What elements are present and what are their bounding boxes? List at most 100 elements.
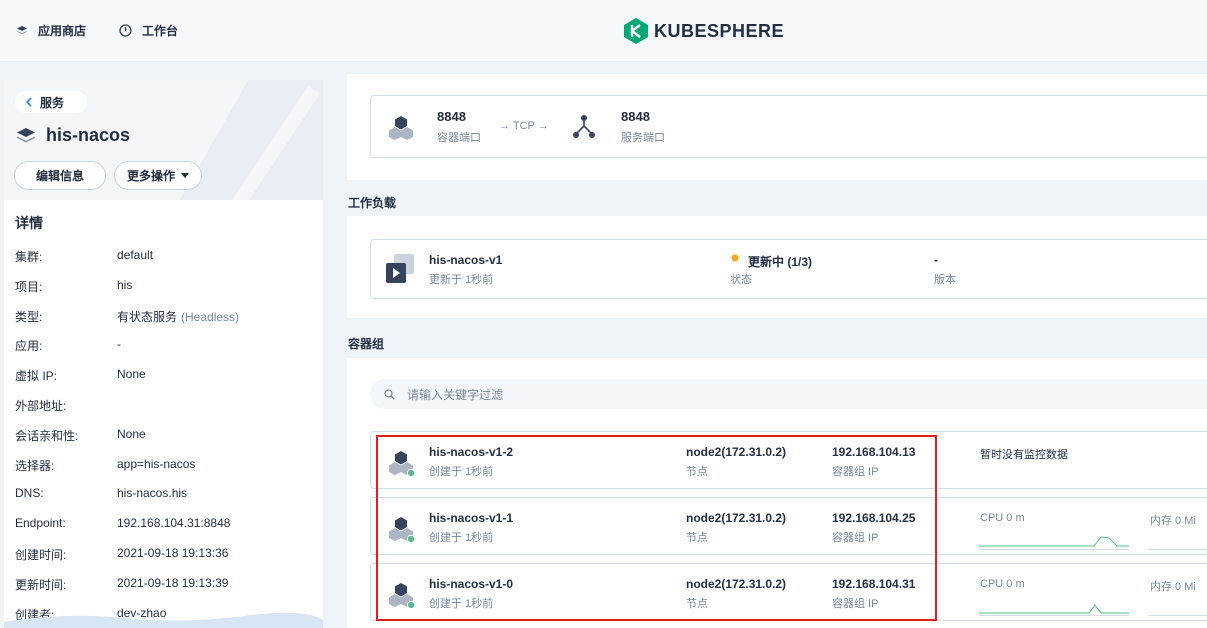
pod-created: 创建于 1秒前 <box>429 466 494 478</box>
detail-label: 创建时间: <box>15 548 67 562</box>
pod-memory: 内存 0 Mi <box>1150 515 1196 527</box>
chevron-left-icon <box>25 97 32 107</box>
pod-cpu: CPU 0 m <box>980 578 1025 590</box>
workload-status-label: 状态 <box>730 274 752 286</box>
detail-value-text: default <box>117 248 154 262</box>
pod-node-label: 节点 <box>686 598 708 610</box>
detail-value: None <box>117 427 146 441</box>
search-icon <box>384 388 395 399</box>
detail-value-text: - <box>117 337 121 352</box>
decorative-wave <box>4 612 323 628</box>
nav-app-store-label: 应用商店 <box>38 24 87 38</box>
nav-workbench-label: 工作台 <box>142 24 179 38</box>
service-sidebar: 服务 his-nacos 编辑信息 更多操作 详情 集群: default 项目: h… <box>4 80 323 628</box>
pod-name[interactable]: his-nacos-v1-0 <box>429 577 513 591</box>
workload-section-title: 工作负载 <box>348 196 397 210</box>
port-box: 8848 容器端口 → TCP → 8848 服务端口 <box>370 95 1207 158</box>
detail-label: 类型: <box>15 309 43 324</box>
nav-app-store[interactable]: 应用商店 <box>16 22 86 39</box>
detail-value: 192.168.104.31:8848 <box>117 516 230 530</box>
workload-row[interactable]: his-nacos-v1 更新于 1秒前 更新中 (1/3) 状态 - 版本 <box>370 239 1207 299</box>
container-icon <box>389 116 413 140</box>
nav-workbench[interactable]: 工作台 <box>119 22 178 39</box>
pod-ip-label: 容器组 IP <box>832 598 879 610</box>
detail-label: 更新时间: <box>15 577 67 592</box>
ports-card: 8848 容器端口 → TCP → 8848 服务端口 <box>347 74 1207 180</box>
dashboard-icon <box>119 24 132 37</box>
detail-value: his <box>117 278 132 292</box>
pod-icon <box>389 517 415 543</box>
workload-name[interactable]: his-nacos-v1 <box>429 253 502 267</box>
back-to-services-button[interactable]: 服务 <box>15 91 87 113</box>
edit-info-button[interactable]: 编辑信息 <box>14 161 106 190</box>
detail-value: app=his-nacos <box>117 457 195 471</box>
pod-node: node2(172.31.0.2) <box>686 445 787 459</box>
detail-value: default <box>117 248 153 262</box>
top-bar: 应用商店 工作台 KUBESPHERE <box>0 0 1207 62</box>
detail-value-text: None <box>117 367 146 382</box>
sidebar-header: 服务 his-nacos 编辑信息 更多操作 <box>4 80 323 200</box>
detail-value: - <box>117 337 121 351</box>
detail-value-text: app=his-nacos <box>117 456 196 471</box>
detail-value-text: 有状态服务 <box>117 309 178 324</box>
detail-value-text: 2021-09-18 19:13:39 <box>117 575 229 590</box>
pod-created: 创建于 1秒前 <box>429 532 494 544</box>
detail-value: his-nacos.his <box>117 486 187 500</box>
pods-section-title: 容器组 <box>348 337 385 351</box>
detail-value-text: his <box>117 277 133 292</box>
pod-row[interactable]: his-nacos-v1-2 创建于 1秒前 node2(172.31.0.2) 节点… <box>370 431 1207 489</box>
edit-info-label: 编辑信息 <box>35 169 84 183</box>
pod-node-label: 节点 <box>686 532 708 544</box>
pod-ip-label: 容器组 IP <box>832 466 879 478</box>
detail-label: DNS: <box>15 486 44 501</box>
pod-icon <box>389 451 415 477</box>
pod-search-bar[interactable]: 请输入关键字过滤 <box>370 379 1207 409</box>
pod-memory: 内存 0 Mi <box>1150 581 1196 593</box>
detail-label: Endpoint: <box>15 516 66 531</box>
pod-cpu-sparkline <box>979 604 1129 616</box>
workload-version: - <box>934 253 938 267</box>
pod-cpu: CPU 0 m <box>980 512 1025 524</box>
pod-cpu-sparkline <box>979 536 1129 550</box>
detail-label: 外部地址: <box>15 399 67 413</box>
pod-created: 创建于 1秒前 <box>429 598 494 610</box>
detail-label: 虚拟 IP: <box>15 369 58 384</box>
detail-label: 集群: <box>15 250 43 264</box>
detail-value: None <box>117 367 146 381</box>
detail-label: 选择器: <box>15 458 55 473</box>
detail-value: 2021-09-18 19:13:39 <box>117 576 228 590</box>
more-actions-label: 更多操作 <box>126 169 175 183</box>
pod-name[interactable]: his-nacos-v1-2 <box>429 445 513 459</box>
pod-node: node2(172.31.0.2) <box>686 511 787 525</box>
pod-name[interactable]: his-nacos-v1-1 <box>429 511 513 525</box>
detail-value: 2021-09-18 19:13:36 <box>117 546 228 560</box>
detail-value-extra: (Headless) <box>181 309 240 324</box>
pod-node: node2(172.31.0.2) <box>686 577 787 591</box>
service-topology-icon <box>573 115 595 138</box>
protocol-label: → TCP → <box>499 120 549 132</box>
pod-search-input[interactable]: 请输入关键字过滤 <box>407 386 503 403</box>
logo[interactable]: KUBESPHERE <box>624 18 784 44</box>
pod-ip-label: 容器组 IP <box>832 532 879 544</box>
detail-value: 有状态服务 (Headless) <box>117 308 239 325</box>
detail-value-text: his-nacos.his <box>117 486 188 501</box>
pod-node-label: 节点 <box>686 466 708 478</box>
pod-row[interactable]: his-nacos-v1-1 创建于 1秒前 node2(172.31.0.2) 节点… <box>370 497 1207 555</box>
pod-ip: 192.168.104.31 <box>832 577 916 591</box>
kubesphere-logo-icon <box>624 18 648 44</box>
layers-icon <box>17 25 27 34</box>
pod-row[interactable]: his-nacos-v1-0 创建于 1秒前 node2(172.31.0.2) 节点… <box>370 563 1207 621</box>
service-port-value: 8848 <box>621 109 650 124</box>
workload-icon <box>386 254 414 283</box>
detail-value-text: 192.168.104.31:8848 <box>117 516 231 531</box>
container-port-label: 容器端口 <box>437 132 481 144</box>
workload-status: 更新中 (1/3) <box>748 255 813 269</box>
container-port-value: 8848 <box>437 109 466 124</box>
caret-down-icon <box>181 173 189 178</box>
detail-value-text: None <box>117 426 146 441</box>
service-icon <box>17 127 35 142</box>
more-actions-button[interactable]: 更多操作 <box>114 161 202 190</box>
detail-label: 项目: <box>15 279 43 294</box>
pod-icon <box>389 583 415 609</box>
workload-card: his-nacos-v1 更新于 1秒前 更新中 (1/3) 状态 - 版本 <box>347 216 1207 318</box>
